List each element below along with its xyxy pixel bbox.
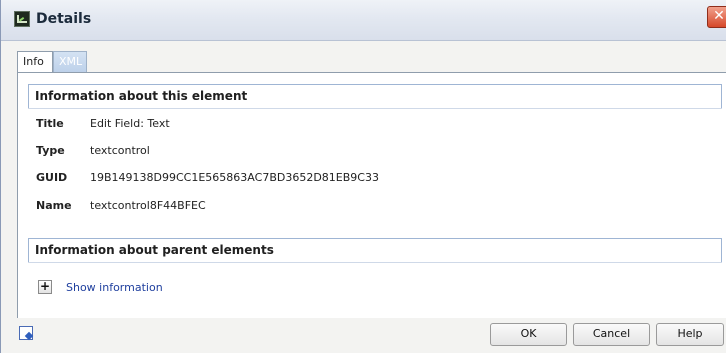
tab-xml[interactable]: XML	[53, 51, 87, 72]
ok-button[interactable]: OK	[490, 323, 567, 346]
app-icon	[14, 11, 30, 27]
show-information-link[interactable]: Show information	[66, 281, 163, 294]
close-button[interactable]: ✕	[707, 6, 726, 28]
help-button[interactable]: Help	[656, 323, 724, 346]
dialog-title: Details	[36, 11, 92, 27]
cancel-button[interactable]: Cancel	[573, 323, 650, 346]
title-value: Edit Field: Text	[90, 117, 170, 130]
info-panel: Information about this element Title Edi…	[17, 72, 726, 318]
type-value: textcontrol	[90, 144, 150, 157]
divider	[28, 108, 722, 109]
name-label: Name	[36, 199, 72, 212]
parent-info-title: Information about parent elements	[35, 243, 274, 257]
expand-icon[interactable]: +	[38, 280, 52, 294]
guid-value: 19B149138D99CC1E565863AC7BD3652D81EB9C33	[90, 171, 379, 184]
window-restore-icon[interactable]	[19, 326, 33, 340]
element-info-title: Information about this element	[35, 89, 248, 103]
tab-info[interactable]: Info	[17, 51, 53, 72]
parent-info-header: Information about parent elements	[28, 238, 722, 262]
type-label: Type	[36, 144, 65, 157]
element-info-header: Information about this element	[28, 84, 722, 108]
divider	[28, 262, 722, 263]
details-dialog: Details ✕ Info XML Information about thi…	[0, 0, 726, 353]
title-bar: Details ✕	[1, 0, 726, 41]
title-label: Title	[36, 117, 64, 130]
guid-label: GUID	[36, 171, 68, 184]
name-value: textcontrol8F44BFEC	[90, 199, 206, 212]
